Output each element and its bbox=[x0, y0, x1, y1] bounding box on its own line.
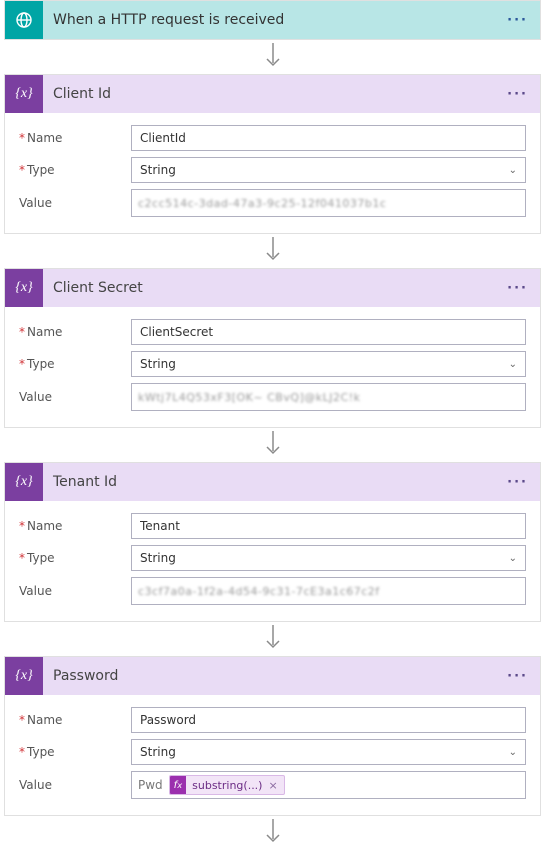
name-label: *Name bbox=[19, 131, 131, 145]
card-menu-button[interactable]: ··· bbox=[505, 83, 530, 106]
name-label: *Name bbox=[19, 519, 131, 533]
card-menu-button[interactable]: ··· bbox=[505, 471, 530, 494]
trigger-menu-button[interactable]: ··· bbox=[505, 9, 530, 32]
type-label: *Type bbox=[19, 745, 131, 759]
variable-card[interactable]: {x}Tenant Id··· *Name *TypeString⌄Valuec3c… bbox=[4, 462, 541, 622]
token-remove-button[interactable]: × bbox=[266, 779, 283, 792]
type-select[interactable]: String⌄ bbox=[131, 545, 526, 571]
variable-icon: {x} bbox=[5, 657, 43, 695]
variable-icon: {x} bbox=[5, 269, 43, 307]
globe-http-icon bbox=[5, 1, 43, 39]
value-input[interactable]: Pwdfxsubstring(...)× bbox=[131, 771, 526, 799]
variable-card[interactable]: {x}Client Id··· *Name *TypeString⌄Valuec2c… bbox=[4, 74, 541, 234]
fx-icon: fx bbox=[170, 776, 186, 794]
arrow-down-icon bbox=[264, 819, 282, 847]
variable-icon: {x} bbox=[5, 75, 43, 113]
chevron-down-icon: ⌄ bbox=[509, 553, 517, 564]
value-input[interactable]: kWtj7L4Q53xF3[OK~ CBvQ]@kLJ2C!k bbox=[131, 383, 526, 411]
value-label: Value bbox=[19, 778, 131, 792]
value-label: Value bbox=[19, 390, 131, 404]
variable-card-title: Client Secret bbox=[43, 280, 505, 296]
arrow-down-icon bbox=[264, 43, 282, 71]
chevron-down-icon: ⌄ bbox=[509, 165, 517, 176]
variable-card-title: Password bbox=[43, 668, 505, 684]
arrow-down-icon bbox=[264, 625, 282, 653]
chevron-down-icon: ⌄ bbox=[509, 359, 517, 370]
variable-card[interactable]: {x}Client Secret··· *Name *TypeString⌄Valu… bbox=[4, 268, 541, 428]
variable-card-title: Client Id bbox=[43, 86, 505, 102]
connector bbox=[0, 234, 545, 268]
type-select[interactable]: String⌄ bbox=[131, 351, 526, 377]
arrow-down-icon bbox=[264, 237, 282, 265]
variable-card[interactable]: {x}Password··· *Name *TypeString⌄ValuePwdf… bbox=[4, 656, 541, 816]
type-select[interactable]: String⌄ bbox=[131, 739, 526, 765]
connector bbox=[0, 428, 545, 462]
connector bbox=[0, 40, 545, 74]
value-label: Value bbox=[19, 196, 131, 210]
value-label: Value bbox=[19, 584, 131, 598]
type-label: *Type bbox=[19, 357, 131, 371]
card-menu-button[interactable]: ··· bbox=[505, 665, 530, 688]
trigger-title: When a HTTP request is received bbox=[43, 12, 505, 28]
type-select[interactable]: String⌄ bbox=[131, 157, 526, 183]
expression-token[interactable]: fxsubstring(...)× bbox=[169, 775, 285, 795]
type-label: *Type bbox=[19, 163, 131, 177]
name-input[interactable] bbox=[131, 125, 526, 151]
type-label: *Type bbox=[19, 551, 131, 565]
card-menu-button[interactable]: ··· bbox=[505, 277, 530, 300]
arrow-down-icon bbox=[264, 431, 282, 459]
value-input[interactable]: c3cf7a0a-1f2a-4d54-9c31-7cE3a1c67c2f bbox=[131, 577, 526, 605]
connector bbox=[0, 622, 545, 656]
name-label: *Name bbox=[19, 325, 131, 339]
chevron-down-icon: ⌄ bbox=[509, 747, 517, 758]
name-input[interactable] bbox=[131, 707, 526, 733]
name-label: *Name bbox=[19, 713, 131, 727]
value-input[interactable]: c2cc514c-3dad-47a3-9c25-12f041037b1c bbox=[131, 189, 526, 217]
name-input[interactable] bbox=[131, 319, 526, 345]
trigger-card[interactable]: When a HTTP request is received··· bbox=[4, 0, 541, 40]
variable-card-title: Tenant Id bbox=[43, 474, 505, 490]
variable-icon: {x} bbox=[5, 463, 43, 501]
connector bbox=[0, 816, 545, 850]
name-input[interactable] bbox=[131, 513, 526, 539]
